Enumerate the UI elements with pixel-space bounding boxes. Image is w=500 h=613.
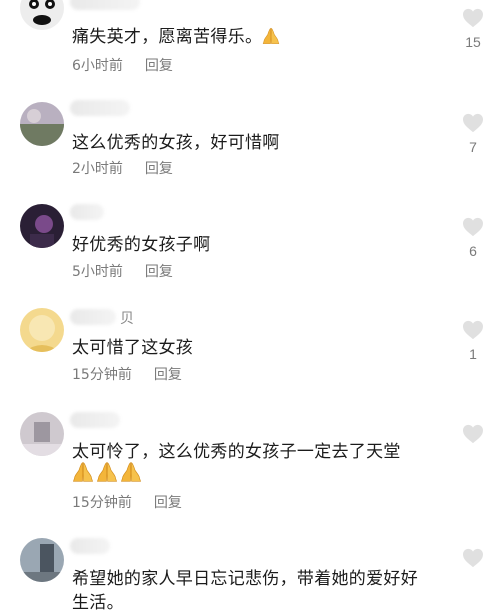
comment-meta: 6小时前 回复 xyxy=(72,55,173,75)
comment-text: 太可怜了，这么优秀的女孩子一定去了天堂 xyxy=(72,442,401,462)
folded-hands-emoji-icon xyxy=(120,461,142,483)
like-count: 6 xyxy=(469,243,477,259)
comment-text-line2: 生活。 xyxy=(72,593,124,613)
yellow-avatar-icon xyxy=(20,308,64,352)
photo-avatar-icon xyxy=(20,412,64,456)
comment-item: 贝 太可惜了这女孩 15分钟前 回复 1 xyxy=(0,300,500,404)
reply-button[interactable]: 回复 xyxy=(145,264,173,280)
heart-icon xyxy=(462,320,484,340)
username-redacted[interactable] xyxy=(70,538,110,554)
folded-hands-emoji-icon xyxy=(96,461,118,483)
folded-hands-emoji-icon xyxy=(262,27,280,45)
username-redacted[interactable] xyxy=(70,0,140,10)
heart-icon xyxy=(462,8,484,28)
heart-icon xyxy=(462,113,484,133)
folded-hands-emoji-icon xyxy=(72,461,94,483)
timestamp: 15分钟前 xyxy=(72,495,132,511)
timestamp: 5小时前 xyxy=(72,264,123,280)
avatar[interactable] xyxy=(20,204,64,248)
heart-icon xyxy=(462,217,484,237)
username-redacted[interactable] xyxy=(70,309,116,325)
username-suffix: 贝 xyxy=(120,311,134,327)
dark-avatar-icon xyxy=(20,204,64,248)
like-button[interactable] xyxy=(458,548,488,572)
comment-meta: 2小时前 回复 xyxy=(72,158,173,178)
photo-avatar-icon xyxy=(20,538,64,582)
timestamp: 2小时前 xyxy=(72,161,123,177)
landscape-avatar-icon xyxy=(20,102,64,146)
reply-button[interactable]: 回复 xyxy=(154,367,182,383)
panda-avatar-icon xyxy=(20,0,64,30)
like-button[interactable]: 15 xyxy=(458,8,488,50)
comment-item: 这么优秀的女孩，好可惜啊 2小时前 回复 7 xyxy=(0,96,500,196)
comment-text: 希望她的家人早日忘记悲伤，带着她的爱好好 xyxy=(72,569,418,589)
timestamp: 6小时前 xyxy=(72,58,123,74)
like-count: 15 xyxy=(465,34,481,50)
like-button[interactable]: 7 xyxy=(458,113,488,155)
avatar[interactable] xyxy=(20,308,64,352)
avatar[interactable] xyxy=(20,412,64,456)
comment-item: 太可怜了，这么优秀的女孩子一定去了天堂 15分钟前 回复 xyxy=(0,404,500,528)
like-button[interactable]: 1 xyxy=(458,320,488,362)
reply-button[interactable]: 回复 xyxy=(145,161,173,177)
comment-text: 太可惜了这女孩 xyxy=(72,338,194,358)
comment-text: 这么优秀的女孩，好可惜啊 xyxy=(72,133,280,153)
username-redacted[interactable] xyxy=(70,100,130,116)
comment-text: 好优秀的女孩子啊 xyxy=(72,235,211,255)
comment-emoji-row xyxy=(72,461,144,485)
like-button[interactable]: 6 xyxy=(458,217,488,259)
comment-meta: 15分钟前 回复 xyxy=(72,364,182,384)
username-redacted[interactable] xyxy=(70,204,104,220)
avatar[interactable] xyxy=(20,0,64,30)
comment-meta: 5小时前 回复 xyxy=(72,261,173,281)
comment-item: 希望她的家人早日忘记悲伤，带着她的爱好好 生活。 xyxy=(0,528,500,613)
comment-item: 痛失英才，愿离苦得乐。 6小时前 回复 15 xyxy=(0,0,500,92)
timestamp: 15分钟前 xyxy=(72,367,132,383)
avatar[interactable] xyxy=(20,538,64,582)
like-count: 1 xyxy=(469,346,477,362)
username-redacted[interactable] xyxy=(70,412,120,428)
avatar[interactable] xyxy=(20,102,64,146)
comment-meta: 15分钟前 回复 xyxy=(72,492,182,512)
comment-item: 好优秀的女孩子啊 5小时前 回复 6 xyxy=(0,200,500,300)
reply-button[interactable]: 回复 xyxy=(145,58,173,74)
heart-icon xyxy=(462,424,484,444)
heart-icon xyxy=(462,548,484,568)
comment-text: 痛失英才，愿离苦得乐。 xyxy=(72,22,282,47)
like-count: 7 xyxy=(469,139,477,155)
like-button[interactable] xyxy=(458,424,488,450)
reply-button[interactable]: 回复 xyxy=(154,495,182,511)
